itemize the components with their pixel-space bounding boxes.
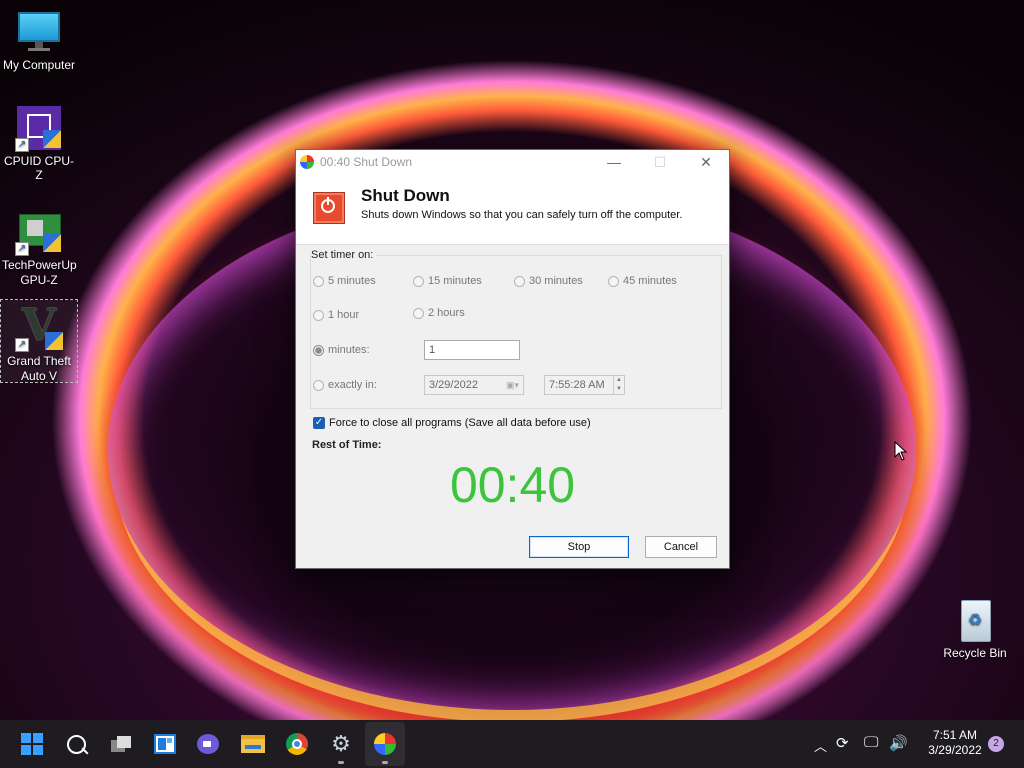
countdown-timer: 00:40 — [449, 457, 576, 513]
radio-1-hour[interactable]: 1 hour — [313, 309, 359, 321]
radio-label: 2 hours — [428, 307, 465, 319]
radio-label: 45 minutes — [623, 275, 677, 287]
radio-30-minutes[interactable]: 30 minutes — [514, 275, 583, 287]
time-picker[interactable]: 7:55:28 AM ▲ ▼ — [544, 375, 625, 395]
chevron-up-icon[interactable]: ︿ — [814, 736, 827, 755]
header-description: Shuts down Windows so that you can safel… — [361, 209, 683, 221]
time-value: 7:55:28 AM — [549, 379, 605, 391]
desktop-icon-my-computer[interactable]: My Computer — [1, 8, 77, 72]
rest-of-time-label: Rest of Time: — [312, 439, 382, 451]
sync-icon[interactable]: ⟳ — [836, 734, 849, 752]
search-button[interactable] — [56, 722, 96, 766]
widgets-button[interactable] — [145, 722, 185, 766]
date-value: 3/29/2022 — [429, 379, 478, 391]
app-icon — [300, 155, 314, 169]
shortcut-arrow-icon: ↗ — [15, 338, 29, 352]
radio-minutes[interactable]: minutes: — [313, 344, 370, 356]
desktop-icon-label: Grand Theft Auto V — [7, 354, 71, 383]
radio-label: minutes: — [328, 344, 370, 356]
monitor-icon — [15, 8, 63, 56]
mouse-cursor-icon — [894, 441, 908, 461]
file-explorer-button[interactable] — [233, 722, 273, 766]
clock-time: 7:51 AM — [932, 728, 978, 742]
radio-5-minutes[interactable]: 5 minutes — [313, 275, 376, 287]
shutdown-dialog: 00:40 Shut Down — ☐ ✕ Shut Down Shuts do… — [295, 149, 730, 569]
close-button[interactable]: ✕ — [683, 150, 729, 174]
radio-2-hours[interactable]: 2 hours — [413, 307, 465, 319]
dialog-header: Shut Down Shuts down Windows so that you… — [296, 174, 729, 245]
desktop-icon-label: CPUID CPU-Z — [3, 154, 74, 182]
radio-label: 5 minutes — [328, 275, 376, 287]
stop-button[interactable]: Stop — [529, 536, 629, 558]
chrome-button[interactable] — [277, 722, 317, 766]
maximize-button[interactable]: ☐ — [637, 150, 683, 174]
cancel-button[interactable]: Cancel — [645, 536, 717, 558]
radio-label: 30 minutes — [529, 275, 583, 287]
force-close-checkbox[interactable]: ✓ Force to close all programs (Save all … — [313, 417, 591, 429]
clock[interactable]: 7:51 AM 3/29/2022 — [914, 728, 996, 758]
recycle-bin-icon: ♻ — [951, 596, 999, 644]
clock-date: 3/29/2022 — [928, 743, 982, 757]
search-icon — [66, 734, 89, 755]
widgets-icon — [154, 734, 176, 754]
shortcut-arrow-icon: ↗ — [15, 138, 29, 152]
video-chat-icon — [197, 734, 219, 754]
spin-arrows-icon[interactable]: ▲ ▼ — [613, 376, 624, 394]
start-button[interactable] — [12, 722, 52, 766]
minutes-input[interactable]: 1 — [424, 340, 520, 360]
gta-v-icon: V ↗ — [15, 302, 63, 352]
task-view-icon — [111, 736, 131, 752]
shutdown-app-icon — [374, 733, 396, 755]
desktop-icon-label: Recycle Bin — [943, 646, 1007, 660]
desktop-icon-gpu-z[interactable]: ↗ TechPowerUp GPU-Z — [1, 208, 77, 288]
force-close-label: Force to close all programs (Save all da… — [329, 417, 591, 429]
chrome-icon — [286, 733, 308, 755]
volume-icon[interactable]: 🔊 — [889, 734, 908, 752]
chat-button[interactable] — [188, 722, 228, 766]
running-indicator — [382, 761, 388, 764]
window-title: 00:40 Shut Down — [320, 155, 413, 169]
radio-label: 1 hour — [328, 309, 360, 321]
power-icon — [313, 192, 345, 224]
radio-exactly-in[interactable]: exactly in: — [313, 379, 377, 391]
running-indicator — [338, 761, 344, 764]
network-icon[interactable]: 🖵 — [864, 734, 878, 751]
header-title: Shut Down — [361, 186, 450, 205]
desktop-icon-gta-v[interactable]: V ↗ Grand Theft Auto V — [0, 299, 78, 383]
shutdown-app-button[interactable] — [365, 722, 405, 766]
checkmark-icon: ✓ — [313, 417, 325, 429]
radio-45-minutes[interactable]: 45 minutes — [608, 275, 677, 287]
desktop-icon-label: TechPowerUp GPU-Z — [1, 258, 77, 288]
task-view-button[interactable] — [101, 722, 141, 766]
desktop-icon-label: My Computer — [2, 58, 76, 72]
desktop-icon-cpu-z[interactable]: ↗ CPUID CPU-Z — [1, 104, 77, 182]
shortcut-arrow-icon: ↗ — [15, 242, 29, 256]
gpu-z-icon: ↗ — [15, 208, 63, 256]
desktop-icon-recycle-bin[interactable]: ♻ Recycle Bin — [937, 596, 1013, 660]
radio-15-minutes[interactable]: 15 minutes — [413, 275, 482, 287]
calendar-dropdown-icon: ▣▾ — [505, 380, 519, 390]
gear-icon: ⚙ — [331, 731, 351, 756]
notification-badge[interactable]: 2 — [988, 736, 1004, 752]
folder-icon — [241, 735, 265, 753]
radio-label: 15 minutes — [428, 275, 482, 287]
group-label: Set timer on: — [311, 249, 377, 261]
title-bar[interactable]: 00:40 Shut Down — ☐ ✕ — [296, 150, 729, 174]
radio-label: exactly in: — [328, 379, 377, 391]
desktop-icon-label-text: TechPowerUp GPU-Z — [2, 258, 77, 287]
date-picker[interactable]: 3/29/2022 ▣▾ — [424, 375, 524, 395]
cpu-z-icon: ↗ — [15, 104, 63, 152]
windows-logo-icon — [21, 733, 43, 755]
minimize-button[interactable]: — — [591, 150, 637, 174]
settings-button[interactable]: ⚙ — [321, 722, 361, 766]
